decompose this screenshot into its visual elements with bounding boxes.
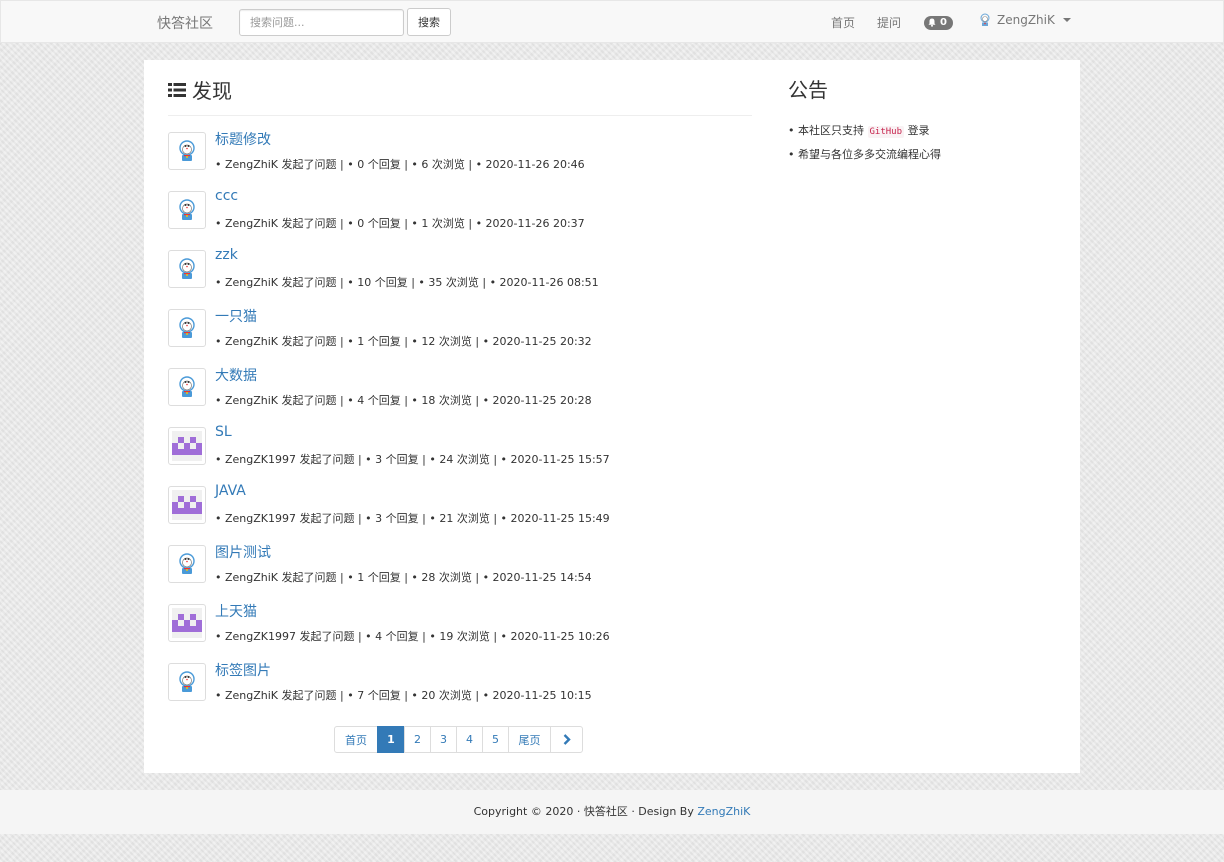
notice-text: • 本社区只支持 xyxy=(788,124,864,137)
doraemon-avatar[interactable] xyxy=(168,663,206,701)
page-last-button[interactable]: 尾页 xyxy=(508,726,551,753)
doraemon-avatar[interactable] xyxy=(168,309,206,347)
footer-text: Copyright © 2020 · 快答社区 · Design By xyxy=(473,805,694,818)
identicon-avatar[interactable] xyxy=(168,427,206,465)
question-meta: • ZengZK1997 发起了问题 | • 3 个回复 | • 21 次浏览 … xyxy=(215,512,610,525)
question-meta: • ZengZhiK 发起了问题 | • 1 个回复 | • 12 次浏览 | … xyxy=(215,335,592,348)
question-meta: • ZengZhiK 发起了问题 | • 7 个回复 | • 20 次浏览 | … xyxy=(215,689,592,702)
pagination: 首页 1 2 3 4 5 尾页 xyxy=(334,726,583,753)
page-1-button[interactable]: 1 xyxy=(377,726,405,753)
nav-home-link[interactable]: 首页 xyxy=(831,14,855,31)
doraemon-avatar-icon xyxy=(179,199,195,220)
doraemon-avatar-icon xyxy=(179,376,195,397)
identicon-avatar[interactable] xyxy=(168,604,206,642)
question-meta: • ZengZhiK 发起了问题 | • 1 个回复 | • 28 次浏览 | … xyxy=(215,571,592,584)
question-item: SL • ZengZK1997 发起了问题 | • 3 个回复 | • 24 次浏… xyxy=(168,415,752,466)
question-item: 上天猫 • ZengZK1997 发起了问题 | • 4 个回复 | • 19 次… xyxy=(168,592,752,643)
page-2-button[interactable]: 2 xyxy=(404,726,431,753)
identicon-avatar[interactable] xyxy=(168,486,206,524)
username-label: ZengZhiK xyxy=(997,13,1055,27)
notification-count: 0 xyxy=(940,17,947,28)
brand-logo[interactable]: 快答社区 xyxy=(157,13,213,33)
chevron-right-icon xyxy=(563,734,571,745)
caret-down-icon xyxy=(1062,18,1071,22)
doraemon-avatar-icon xyxy=(179,140,195,161)
footer-author-link[interactable]: ZengZhiK xyxy=(697,805,750,818)
doraemon-avatar-icon xyxy=(179,317,195,338)
question-meta: • ZengZhiK 发起了问题 | • 10 个回复 | • 35 次浏览 |… xyxy=(215,276,599,289)
identicon-avatar-icon xyxy=(172,431,202,461)
question-item: 图片测试 • ZengZhiK 发起了问题 | • 1 个回复 | • 28 次浏… xyxy=(168,533,752,584)
question-title-link[interactable]: ccc xyxy=(215,188,238,204)
notification-badge[interactable]: 0 xyxy=(924,16,953,30)
question-title-link[interactable]: SL xyxy=(215,424,232,440)
page-title-text: 发现 xyxy=(192,79,232,103)
question-meta: • ZengZhiK 发起了问题 | • 0 个回复 | • 6 次浏览 | •… xyxy=(215,158,585,171)
page-3-button[interactable]: 3 xyxy=(430,726,457,753)
user-menu-dropdown[interactable]: ZengZhiK xyxy=(979,13,1071,27)
doraemon-avatar-icon xyxy=(179,553,195,574)
main-panel: 发现 标题修改 • ZengZhiK 发起了问题 | • 0 个回复 | • 6 … xyxy=(144,60,1080,773)
question-item: JAVA • ZengZK1997 发起了问题 | • 3 个回复 | • 21 … xyxy=(168,474,752,525)
question-item: ccc • ZengZhiK 发起了问题 | • 0 个回复 | • 1 次浏览 … xyxy=(168,179,752,230)
question-title-link[interactable]: 标签图片 xyxy=(215,660,271,680)
notice-item: • 本社区只支持 GitHub 登录 xyxy=(788,122,930,138)
bell-icon xyxy=(928,18,936,27)
list-icon xyxy=(168,82,186,97)
question-title-link[interactable]: 大数据 xyxy=(215,365,257,385)
navbar: 快答社区 搜索 首页 提问 0 ZengZhiK xyxy=(0,0,1224,43)
question-meta: • ZengZK1997 发起了问题 | • 4 个回复 | • 19 次浏览 … xyxy=(215,630,610,643)
question-item: 大数据 • ZengZhiK 发起了问题 | • 4 个回复 | • 18 次浏览… xyxy=(168,356,752,407)
question-title-link[interactable]: 上天猫 xyxy=(215,601,257,621)
question-title-link[interactable]: 一只猫 xyxy=(215,306,257,326)
search-input[interactable] xyxy=(239,9,404,36)
question-title-link[interactable]: 图片测试 xyxy=(215,542,271,562)
footer: Copyright © 2020 · 快答社区 · Design By Zeng… xyxy=(0,790,1224,834)
doraemon-avatar[interactable] xyxy=(168,132,206,170)
question-meta: • ZengZhiK 发起了问题 | • 0 个回复 | • 1 次浏览 | •… xyxy=(215,217,585,230)
page-next-button[interactable] xyxy=(550,726,583,753)
question-meta: • ZengZhiK 发起了问题 | • 4 个回复 | • 18 次浏览 | … xyxy=(215,394,592,407)
question-title-link[interactable]: JAVA xyxy=(215,483,246,499)
page-5-button[interactable]: 5 xyxy=(482,726,509,753)
page-4-button[interactable]: 4 xyxy=(456,726,483,753)
search-button[interactable]: 搜索 xyxy=(407,8,451,36)
page-title: 发现 xyxy=(168,75,232,104)
doraemon-avatar[interactable] xyxy=(168,545,206,583)
identicon-avatar-icon xyxy=(172,608,202,638)
notice-item: • 希望与各位多多交流编程心得 xyxy=(788,148,941,161)
question-item: 标题修改 • ZengZhiK 发起了问题 | • 0 个回复 | • 6 次浏览… xyxy=(168,120,752,171)
question-title-link[interactable]: 标题修改 xyxy=(215,129,271,149)
question-item: 一只猫 • ZengZhiK 发起了问题 | • 1 个回复 | • 12 次浏览… xyxy=(168,297,752,348)
title-divider xyxy=(168,115,752,116)
page-first-button[interactable]: 首页 xyxy=(334,726,378,753)
doraemon-avatar-icon xyxy=(179,258,195,279)
doraemon-avatar[interactable] xyxy=(168,250,206,288)
doraemon-avatar-icon xyxy=(179,671,195,692)
notice-text: 登录 xyxy=(907,124,930,137)
doraemon-avatar[interactable] xyxy=(168,368,206,406)
notice-title: 公告 xyxy=(788,78,828,102)
nav-ask-link[interactable]: 提问 xyxy=(877,14,901,31)
user-avatar-icon xyxy=(980,13,990,26)
doraemon-avatar[interactable] xyxy=(168,191,206,229)
question-item: 标签图片 • ZengZhiK 发起了问题 | • 7 个回复 | • 20 次浏… xyxy=(168,651,752,702)
notice-code: GitHub xyxy=(867,126,905,138)
question-meta: • ZengZK1997 发起了问题 | • 3 个回复 | • 24 次浏览 … xyxy=(215,453,610,466)
identicon-avatar-icon xyxy=(172,490,202,520)
question-item: zzk • ZengZhiK 发起了问题 | • 10 个回复 | • 35 次浏… xyxy=(168,238,752,289)
question-title-link[interactable]: zzk xyxy=(215,247,238,263)
